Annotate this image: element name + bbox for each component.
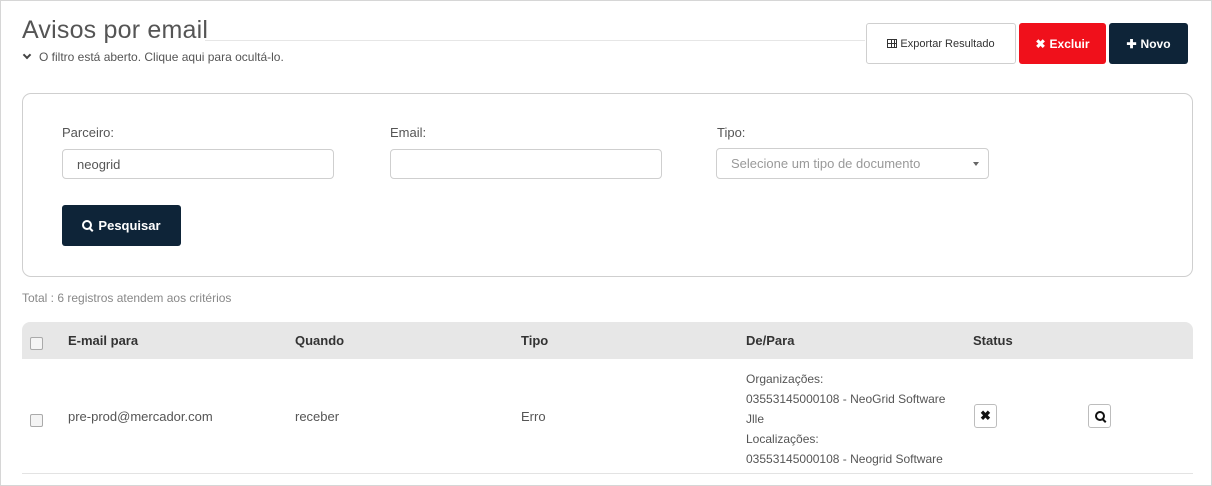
partner-label: Parceiro: bbox=[62, 125, 115, 140]
times-icon: ✖ bbox=[1035, 36, 1046, 51]
type-select-placeholder: Selecione um tipo de documento bbox=[731, 156, 921, 171]
column-status[interactable]: Status bbox=[973, 333, 1013, 348]
table-header: E-mail para Quando Tipo De/Para Status bbox=[22, 322, 1193, 359]
row-type: Erro bbox=[521, 409, 546, 424]
times-icon: ✖ bbox=[980, 408, 991, 423]
filter-panel: Parceiro: neogrid Email: Tipo: Selecione… bbox=[22, 93, 1193, 277]
depara-line: Localizações: bbox=[746, 432, 819, 446]
row-email: pre-prod@mercador.com bbox=[68, 409, 213, 424]
partner-input[interactable]: neogrid bbox=[62, 149, 334, 179]
view-details-button[interactable] bbox=[1088, 404, 1111, 428]
chevron-down-icon bbox=[22, 50, 32, 60]
plus-icon: ✚ bbox=[1126, 36, 1137, 51]
column-email[interactable]: E-mail para bbox=[68, 333, 138, 348]
export-result-button[interactable]: Exportar Resultado bbox=[866, 23, 1016, 64]
results-total: Total : 6 registros atendem aos critério… bbox=[22, 291, 232, 305]
email-input[interactable] bbox=[390, 149, 662, 179]
row-depara: Organizações: 03553145000108 - NeoGrid S… bbox=[746, 369, 945, 469]
column-type[interactable]: Tipo bbox=[521, 333, 548, 348]
depara-line: Organizações: bbox=[746, 372, 824, 386]
column-when[interactable]: Quando bbox=[295, 333, 344, 348]
delete-button[interactable]: ✖ Excluir bbox=[1019, 23, 1106, 64]
depara-line: 03553145000108 - NeoGrid Software bbox=[746, 392, 946, 406]
type-select[interactable]: Selecione um tipo de documento bbox=[716, 148, 989, 179]
caret-down-icon bbox=[973, 162, 979, 166]
new-button[interactable]: ✚ Novo bbox=[1109, 23, 1188, 64]
table-row: pre-prod@mercador.com receber Erro Organ… bbox=[22, 359, 1193, 474]
status-toggle-button[interactable]: ✖ bbox=[974, 404, 997, 428]
search-icon bbox=[82, 220, 93, 231]
filter-toggle-link[interactable]: O filtro está aberto. Clique aqui para o… bbox=[22, 50, 284, 64]
table-icon bbox=[887, 39, 898, 48]
column-depara[interactable]: De/Para bbox=[746, 333, 794, 348]
new-label: Novo bbox=[1140, 36, 1171, 51]
depara-line: Jlle bbox=[746, 412, 765, 426]
export-result-label: Exportar Resultado bbox=[900, 37, 995, 50]
page-title: Avisos por email bbox=[22, 16, 209, 44]
select-all-checkbox[interactable] bbox=[30, 337, 43, 350]
search-button[interactable]: Pesquisar bbox=[62, 205, 181, 246]
filter-toggle-text: O filtro está aberto. Clique aqui para o… bbox=[39, 50, 284, 64]
depara-line: 03553145000108 - Neogrid Software bbox=[746, 452, 943, 466]
title-divider bbox=[205, 40, 865, 41]
delete-label: Excluir bbox=[1049, 36, 1090, 51]
search-icon bbox=[1094, 411, 1105, 421]
row-checkbox[interactable] bbox=[30, 414, 43, 427]
email-label: Email: bbox=[390, 125, 427, 140]
search-label: Pesquisar bbox=[98, 218, 161, 233]
row-when: receber bbox=[295, 409, 340, 424]
type-label: Tipo: bbox=[717, 125, 746, 140]
